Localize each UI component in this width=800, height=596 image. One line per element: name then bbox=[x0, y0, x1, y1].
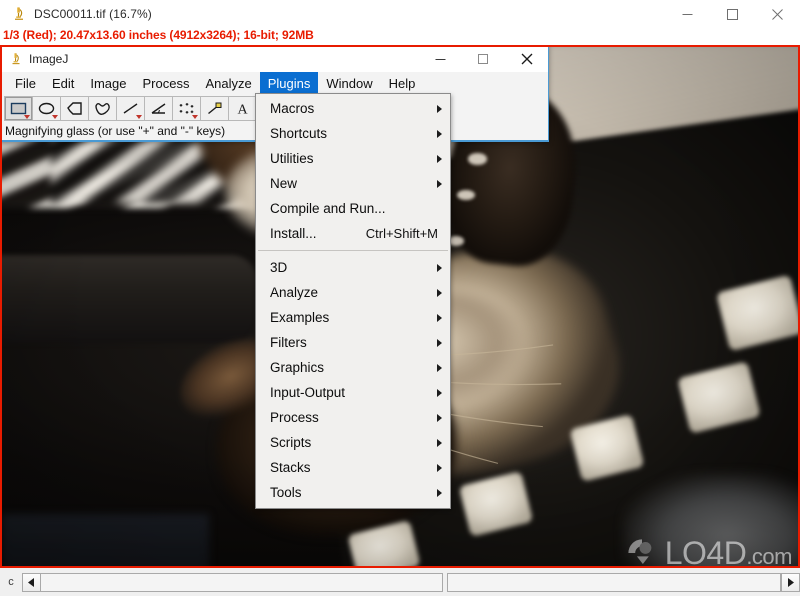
menu-item-label: Analyze bbox=[270, 285, 319, 300]
menu-item-filters[interactable]: Filters bbox=[256, 330, 450, 355]
menu-item-stacks[interactable]: Stacks bbox=[256, 455, 450, 480]
menu-item-analyze[interactable]: Analyze bbox=[256, 280, 450, 305]
minimize-icon[interactable] bbox=[665, 0, 710, 28]
menu-item-shortcut: Ctrl+Shift+M bbox=[365, 226, 438, 241]
submenu-arrow-icon bbox=[437, 388, 442, 397]
menu-file[interactable]: File bbox=[7, 72, 44, 94]
menu-item-process[interactable]: Process bbox=[256, 405, 450, 430]
menu-item-install[interactable]: Install... Ctrl+Shift+M bbox=[256, 221, 450, 246]
imagej-titlebar: ImageJ bbox=[2, 47, 548, 72]
maximize-icon[interactable] bbox=[710, 0, 755, 28]
minimize-icon[interactable] bbox=[419, 47, 462, 72]
tool-dropdown-arrow-icon[interactable] bbox=[52, 115, 58, 119]
menu-item-label: 3D bbox=[270, 260, 288, 275]
imagej-menubar: File Edit Image Process Analyze Plugins … bbox=[2, 72, 548, 94]
channel-slider-track[interactable] bbox=[41, 572, 443, 592]
submenu-arrow-icon bbox=[437, 463, 442, 472]
menu-item-label: Scripts bbox=[270, 435, 312, 450]
photo-floor-highlight bbox=[622, 472, 798, 566]
menu-analyze[interactable]: Analyze bbox=[197, 72, 259, 94]
menu-item-label: Filters bbox=[270, 335, 307, 350]
imagej-window-title: ImageJ bbox=[29, 52, 69, 66]
submenu-arrow-icon bbox=[437, 488, 442, 497]
menu-item-label: Stacks bbox=[270, 460, 311, 475]
oval-tool[interactable] bbox=[32, 96, 61, 121]
freehand-tool[interactable] bbox=[88, 96, 117, 121]
submenu-arrow-icon bbox=[437, 129, 442, 138]
menu-item-label: Examples bbox=[270, 310, 330, 325]
menu-item-label: Shortcuts bbox=[270, 126, 328, 141]
menu-item-macros[interactable]: Macros bbox=[256, 96, 450, 121]
maximize-icon[interactable] bbox=[462, 47, 505, 72]
menu-image[interactable]: Image bbox=[82, 72, 134, 94]
menu-item-label: Input-Output bbox=[270, 385, 346, 400]
menu-item-shortcuts[interactable]: Shortcuts bbox=[256, 121, 450, 146]
menu-item-label: Install... bbox=[270, 226, 317, 241]
submenu-arrow-icon bbox=[437, 104, 442, 113]
submenu-arrow-icon bbox=[437, 413, 442, 422]
image-viewer-window: DSC00011.tif (16.7%) 1/3 (Red); 20.47x13… bbox=[0, 0, 800, 596]
menu-item-label: Macros bbox=[270, 101, 315, 116]
menu-item-label: Graphics bbox=[270, 360, 325, 375]
submenu-arrow-icon bbox=[437, 363, 442, 372]
image-canvas[interactable]: LO4D.com ImageJ File Edit Image Process … bbox=[0, 45, 800, 568]
menu-separator bbox=[258, 250, 448, 251]
menu-window[interactable]: Window bbox=[318, 72, 380, 94]
menu-item-label: Process bbox=[270, 410, 319, 425]
menu-item-scripts[interactable]: Scripts bbox=[256, 430, 450, 455]
submenu-arrow-icon bbox=[437, 263, 442, 272]
svg-text:A: A bbox=[237, 103, 248, 117]
polygon-tool[interactable] bbox=[60, 96, 89, 121]
menu-item-label: Compile and Run... bbox=[270, 201, 386, 216]
menu-edit[interactable]: Edit bbox=[44, 72, 82, 94]
submenu-arrow-icon bbox=[437, 179, 442, 188]
image-info-status: 1/3 (Red); 20.47x13.60 inches (4912x3264… bbox=[0, 28, 800, 45]
window-controls bbox=[665, 0, 800, 28]
submenu-arrow-icon bbox=[437, 438, 442, 447]
tool-dropdown-arrow-icon[interactable] bbox=[192, 115, 198, 119]
horizontal-scroll-track[interactable] bbox=[447, 572, 781, 592]
plugins-dropdown-menu: Macros Shortcuts Utilities New Compile a… bbox=[255, 93, 451, 509]
tool-dropdown-arrow-icon[interactable] bbox=[136, 115, 142, 119]
menu-item-utilities[interactable]: Utilities bbox=[256, 146, 450, 171]
menu-plugins[interactable]: Plugins bbox=[259, 72, 319, 94]
menu-process[interactable]: Process bbox=[135, 72, 198, 94]
scroll-right-button[interactable] bbox=[781, 572, 800, 592]
imagej-window-controls bbox=[419, 47, 548, 72]
point-tool[interactable] bbox=[172, 96, 201, 121]
photo-bottom-shadow bbox=[2, 514, 209, 566]
channel-label: c bbox=[8, 576, 14, 588]
submenu-arrow-icon bbox=[437, 154, 442, 163]
menu-item-examples[interactable]: Examples bbox=[256, 305, 450, 330]
text-tool[interactable]: A bbox=[228, 96, 257, 121]
menu-item-3d[interactable]: 3D bbox=[256, 255, 450, 280]
microscope-icon bbox=[11, 6, 27, 22]
tool-dropdown-arrow-icon[interactable] bbox=[24, 115, 30, 119]
imagej-window: ImageJ File Edit Image Process Analyze P… bbox=[2, 47, 549, 509]
menu-item-graphics[interactable]: Graphics bbox=[256, 355, 450, 380]
menu-item-tools[interactable]: Tools bbox=[256, 480, 450, 505]
wand-tool[interactable] bbox=[200, 96, 229, 121]
menu-item-input-output[interactable]: Input-Output bbox=[256, 380, 450, 405]
bottom-scrollbar-row: c bbox=[0, 568, 800, 596]
menu-help[interactable]: Help bbox=[381, 72, 424, 94]
submenu-arrow-icon bbox=[437, 313, 442, 322]
rectangle-tool[interactable] bbox=[4, 96, 33, 121]
window-title: DSC00011.tif (16.7%) bbox=[34, 7, 152, 21]
close-icon[interactable] bbox=[755, 0, 800, 28]
menu-item-label: Tools bbox=[270, 485, 302, 500]
microscope-icon bbox=[9, 52, 23, 66]
window-titlebar: DSC00011.tif (16.7%) bbox=[0, 0, 800, 28]
line-tool[interactable] bbox=[116, 96, 145, 121]
submenu-arrow-icon bbox=[437, 338, 442, 347]
menu-item-compile-and-run[interactable]: Compile and Run... bbox=[256, 196, 450, 221]
menu-item-new[interactable]: New bbox=[256, 171, 450, 196]
submenu-arrow-icon bbox=[437, 288, 442, 297]
close-icon[interactable] bbox=[505, 47, 548, 72]
angle-tool[interactable] bbox=[144, 96, 173, 121]
menu-item-label: New bbox=[270, 176, 298, 191]
scroll-left-button[interactable] bbox=[22, 572, 41, 592]
menu-item-label: Utilities bbox=[270, 151, 314, 166]
